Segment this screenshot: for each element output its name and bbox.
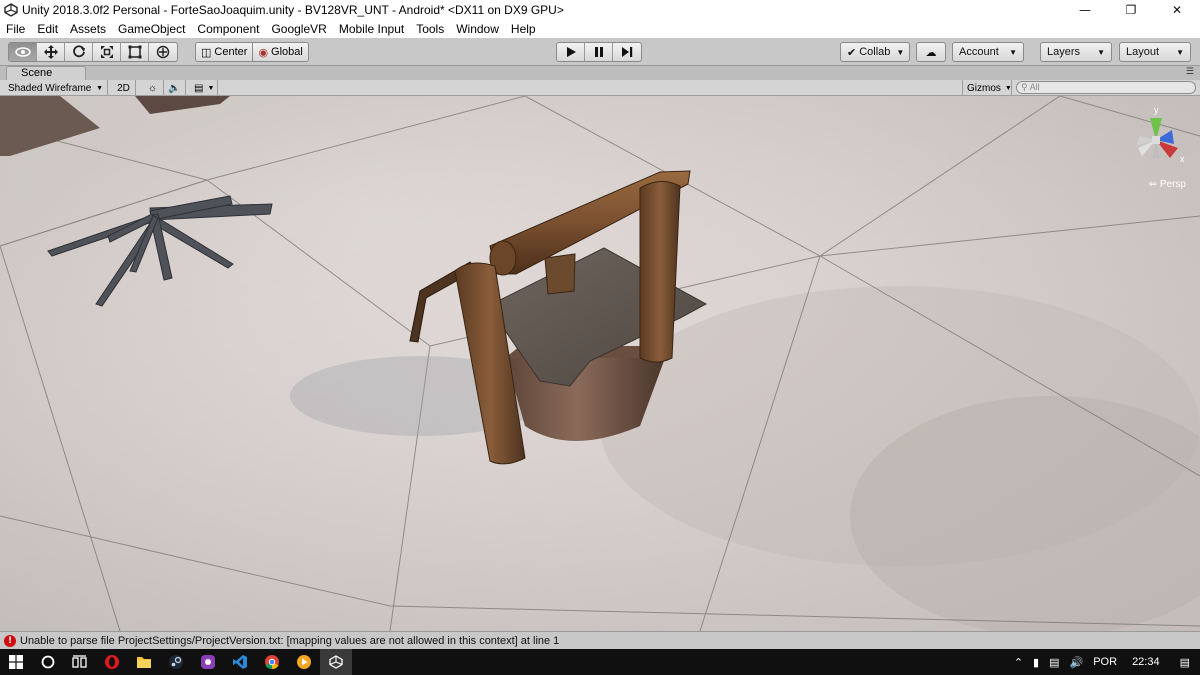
view-tool-icon[interactable] xyxy=(9,43,37,61)
pivot-controls: ◫ Center ◉ Global xyxy=(195,42,309,62)
volume-icon[interactable]: 🔊 xyxy=(1065,656,1089,669)
unity-icon[interactable] xyxy=(320,649,352,675)
gizmo-center xyxy=(1152,136,1160,144)
menu-help[interactable]: Help xyxy=(505,22,542,36)
move-tool-icon[interactable] xyxy=(37,43,65,61)
menu-googlevr[interactable]: GoogleVR xyxy=(265,22,332,36)
rotate-tool-icon[interactable] xyxy=(65,43,93,61)
account-button[interactable]: Account ▼ xyxy=(952,42,1024,62)
pivot-icon: ◫ xyxy=(201,46,212,59)
collab-button[interactable]: ✔ Collab ▼ xyxy=(840,42,910,62)
scene-tab-bar: Scene ☰ xyxy=(0,66,1200,80)
layout-dropdown[interactable]: Layout ▼ xyxy=(1119,42,1191,62)
main-toolbar: ◫ Center ◉ Global ✔ Collab ▼ ☁ Account ▼… xyxy=(0,38,1200,66)
layers-dropdown[interactable]: Layers ▼ xyxy=(1040,42,1112,62)
effects-dropdown[interactable]: ▤ ▼ xyxy=(190,80,218,96)
play-controls xyxy=(556,42,642,62)
toggle-2d-button[interactable]: 2D xyxy=(112,80,136,96)
scene-viewport[interactable]: y x ⇐ Persp xyxy=(0,96,1200,631)
minimize-icon[interactable]: — xyxy=(1062,0,1108,20)
menu-assets[interactable]: Assets xyxy=(64,22,112,36)
chevron-up-icon[interactable]: ⌃ xyxy=(1009,656,1028,669)
lighting-toggle-icon[interactable]: ☼ xyxy=(142,80,164,96)
windows-start-icon[interactable] xyxy=(0,649,32,675)
menu-gameobject[interactable]: GameObject xyxy=(112,22,191,36)
cloud-button[interactable]: ☁ xyxy=(916,42,946,62)
status-message: Unable to parse file ProjectSettings/Pro… xyxy=(20,634,560,647)
scale-tool-icon[interactable] xyxy=(93,43,121,61)
menu-window[interactable]: Window xyxy=(450,22,505,36)
menu-tools[interactable]: Tools xyxy=(410,22,450,36)
media-player-icon[interactable] xyxy=(288,649,320,675)
menu-mobile-input[interactable]: Mobile Input xyxy=(333,22,410,36)
battery-icon[interactable]: ▮ xyxy=(1028,656,1044,669)
chevron-down-icon: ▼ xyxy=(1009,47,1017,57)
menu-edit[interactable]: Edit xyxy=(31,22,64,36)
language-indicator[interactable]: POR xyxy=(1088,656,1122,668)
chevron-down-icon: ▼ xyxy=(896,47,905,57)
image-icon: ▤ xyxy=(194,82,204,94)
shading-mode-dropdown[interactable]: Shaded Wireframe ▼ xyxy=(4,80,108,96)
vscode-icon[interactable] xyxy=(224,649,256,675)
scene-render xyxy=(0,96,1200,631)
window-title: Unity 2018.3.0f2 Personal - ForteSaoJoaq… xyxy=(22,3,564,17)
scene-search-input[interactable]: ⚲ All xyxy=(1016,81,1196,94)
system-tray: ⌃ ▮ ▤ 🔊 POR 22:34 ▤ xyxy=(1009,649,1200,675)
app-purple-icon[interactable] xyxy=(192,649,224,675)
menu-component[interactable]: Component xyxy=(191,22,265,36)
menu-file[interactable]: File xyxy=(0,22,31,36)
gizmos-dropdown[interactable]: Gizmos ▼ xyxy=(962,80,1012,96)
audio-toggle-icon[interactable]: 🔈 xyxy=(164,80,186,96)
orientation-gizmo[interactable]: y x xyxy=(1130,100,1188,170)
windows-taskbar: ⌃ ▮ ▤ 🔊 POR 22:34 ▤ xyxy=(0,649,1200,675)
cortana-icon[interactable] xyxy=(32,649,64,675)
pivot-center-button[interactable]: ◫ Center xyxy=(196,43,254,61)
collab-check-icon: ✔ xyxy=(847,46,857,59)
chevron-down-icon: ▼ xyxy=(1004,84,1012,92)
tab-scene[interactable]: Scene xyxy=(6,66,86,80)
cloud-icon: ☁ xyxy=(925,46,937,59)
notifications-icon[interactable]: ▤ xyxy=(1170,656,1200,669)
chrome-icon[interactable] xyxy=(256,649,288,675)
globe-icon: ◉ xyxy=(258,46,269,59)
window-title-bar: Unity 2018.3.0f2 Personal - ForteSaoJoaq… xyxy=(0,0,1200,20)
opera-icon[interactable] xyxy=(96,649,128,675)
scene-toolbar: Shaded Wireframe ▼ 2D ☼ 🔈 ▤ ▼ Gizmos ▼ ⚲… xyxy=(0,80,1200,96)
pause-icon[interactable] xyxy=(585,43,613,61)
space-global-button[interactable]: ◉ Global xyxy=(253,43,308,61)
unity-logo-icon xyxy=(2,1,20,19)
steam-icon[interactable] xyxy=(160,649,192,675)
clock[interactable]: 22:34 xyxy=(1122,656,1170,668)
chevron-down-icon: ▼ xyxy=(207,84,215,92)
axis-x-label: x xyxy=(1180,154,1185,164)
axis-y-label: y xyxy=(1154,105,1159,115)
console-status-bar[interactable]: ! Unable to parse file ProjectSettings/P… xyxy=(0,631,1200,649)
tab-menu-icon[interactable]: ☰ xyxy=(1186,67,1194,77)
persp-arrow-icon: ⇐ xyxy=(1148,179,1158,190)
chevron-down-icon: ▼ xyxy=(1097,47,1105,57)
search-icon: ⚲ xyxy=(1021,82,1028,92)
error-icon: ! xyxy=(4,634,16,647)
play-icon[interactable] xyxy=(557,43,585,61)
task-view-icon[interactable] xyxy=(64,649,96,675)
chevron-down-icon: ▼ xyxy=(96,84,103,92)
restore-icon[interactable]: ❐ xyxy=(1108,0,1154,20)
menu-bar: File Edit Assets GameObject Component Go… xyxy=(0,20,1200,38)
rect-tool-icon[interactable] xyxy=(121,43,149,61)
network-icon[interactable]: ▤ xyxy=(1044,656,1064,669)
chevron-down-icon: ▼ xyxy=(1176,47,1184,57)
file-explorer-icon[interactable] xyxy=(128,649,160,675)
transform-tools xyxy=(8,42,178,62)
step-icon[interactable] xyxy=(613,43,641,61)
transform-tool-icon[interactable] xyxy=(149,43,177,61)
projection-label[interactable]: ⇐ Persp xyxy=(1149,179,1186,190)
close-icon[interactable]: ✕ xyxy=(1154,0,1200,20)
